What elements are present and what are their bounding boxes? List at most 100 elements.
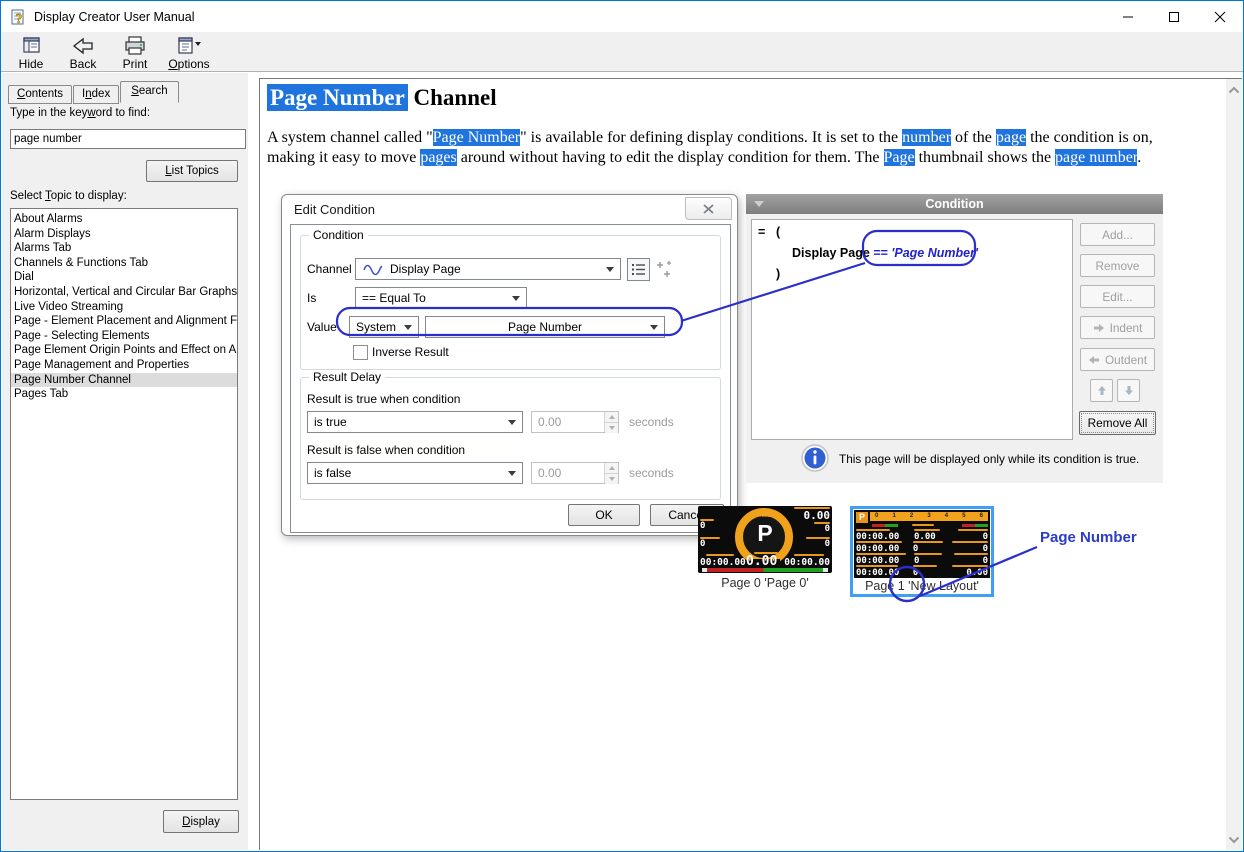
chevron-down-icon [512,296,520,301]
spin-up-icon [609,415,615,419]
move-down-button[interactable] [1117,379,1140,402]
app-window: ? Display Creator User Manual [0,0,1244,852]
gauge-page-label: PAGE [698,513,832,518]
topic-item[interactable]: Live Video Streaming [11,300,237,315]
keyword-input[interactable] [10,129,246,149]
seconds-label: seconds [629,462,674,484]
edit-button[interactable]: Edit... [1080,285,1155,308]
print-icon [123,35,147,57]
topic-item[interactable]: Page - Selecting Elements [11,329,237,344]
is-dropdown[interactable]: == Equal To [355,287,527,309]
inverse-result-checkbox[interactable] [353,345,368,360]
page0-thumbnail[interactable]: 0.00 0 0 0 0 PAGE P 00:00.00 [698,506,832,590]
spinner-buttons[interactable] [604,412,618,432]
result-true-seconds-spinner[interactable]: 0.00 [531,411,619,433]
topic-item[interactable]: About Alarms [11,212,237,227]
edit-condition-dialog: Edit Condition Condition Channel [281,194,738,536]
chevron-down-icon [650,325,658,330]
spin-down-icon [609,426,615,430]
topic-item[interactable]: Page Management and Properties [11,358,237,373]
list-icon [632,264,645,275]
result-false-dropdown[interactable]: is false [307,462,523,484]
minimize-icon [1122,11,1134,23]
close-button[interactable] [1197,1,1243,32]
result-delay-group-label: Result Delay [309,370,385,384]
topic-item[interactable]: Alarms Tab [11,241,237,256]
page1-thumbnail-selected[interactable]: P 0123456 00:00.00 0.00 0 0 [850,506,994,597]
spinner-buttons[interactable] [604,463,618,483]
function-sparkle-icon[interactable] [655,260,675,283]
page1-caption: Page 1 'New Layout' [853,579,991,593]
result-true-label: Result is true when condition [307,388,460,410]
info-icon [801,444,829,477]
chevron-down-icon [606,267,614,272]
hide-button[interactable]: Hide [7,32,55,71]
outdent-button[interactable]: Outdent [1080,348,1155,371]
status-bar [872,524,898,527]
minimize-button[interactable] [1105,1,1151,32]
indent-button[interactable]: Indent [1080,316,1155,339]
page-number-annotation: Page Number [1040,529,1137,546]
value-source-dropdown[interactable]: System [349,316,419,338]
channel-list-button[interactable] [627,258,650,281]
tab-contents[interactable]: Contents [8,85,72,104]
back-button[interactable]: Back [59,32,107,71]
rpm-scale: 0123456 [870,512,988,521]
scroll-down-button[interactable] [1226,831,1242,848]
vertical-scrollbar[interactable] [1226,79,1242,850]
remove-button[interactable]: Remove [1080,254,1155,277]
svg-text:?: ? [16,12,23,26]
collapse-triangle-icon [754,201,764,207]
dialog-close-button[interactable] [685,197,732,220]
condition-expression-box[interactable]: = ( Display Page == 'Page Number' ) [751,219,1073,440]
result-true-dropdown[interactable]: is true [307,411,523,433]
spin-up-icon [609,466,615,470]
expression-open-paren: ( [776,225,780,239]
seconds-label: seconds [629,411,674,433]
result-false-seconds-spinner[interactable]: 0.00 [531,462,619,484]
value-label: Value [307,316,337,338]
condition-group-label: Condition [309,228,368,242]
timer-value: 00:00.00 [700,557,746,568]
topic-item[interactable]: Dial [11,270,237,285]
tab-index[interactable]: Index [73,85,119,104]
is-value: == Equal To [362,288,426,308]
options-button[interactable]: Options [163,32,215,71]
chevron-down-icon [508,471,516,476]
move-up-button[interactable] [1090,379,1113,402]
topic-item[interactable]: Horizontal, Vertical and Circular Bar Gr… [11,285,237,300]
tab-search[interactable]: Search [120,81,178,103]
ok-button[interactable]: OK [568,504,640,526]
print-button[interactable]: Print [111,32,159,71]
expression-close-paren: ) [776,267,780,281]
page0-image: 0.00 0 0 0 0 PAGE P 00:00.00 [698,506,832,573]
maximize-icon [1168,11,1180,23]
info-text: This page will be displayed only while i… [839,452,1139,466]
value-channel-dropdown[interactable]: Page Number [425,316,665,338]
topic-item[interactable]: Page - Element Placement and Alignment F… [11,314,237,329]
channel-dropdown[interactable]: Display Page [355,258,621,280]
outdent-arrow-icon [1088,355,1100,365]
maximize-button[interactable] [1151,1,1197,32]
gauge-P: P [698,520,832,547]
display-button[interactable]: Display [163,810,239,833]
page1-image: P 0123456 00:00.00 0.00 0 0 [854,510,990,578]
inverse-result-label: Inverse Result [372,341,449,363]
topic-item[interactable]: Alarm Displays [11,227,237,242]
topic-item[interactable]: Page Element Origin Points and Effect on… [11,343,237,358]
back-icon [71,35,95,57]
remove-all-button[interactable]: Remove All [1079,411,1156,435]
up-arrow-icon [1097,385,1107,396]
expression-value: 'Page Number' [891,246,978,260]
toolbar: Hide Back Print [1,32,1243,72]
add-button[interactable]: Add... [1080,223,1155,246]
topic-item[interactable]: Pages Tab [11,387,237,402]
condition-panel-header[interactable]: Condition [746,194,1163,214]
topic-item[interactable]: Channels & Functions Tab [11,256,237,271]
scroll-up-button[interactable] [1226,81,1242,98]
options-label: Options [168,57,209,71]
topic-item-selected[interactable]: Page Number Channel [11,373,237,388]
list-topics-button[interactable]: List Topics [146,160,238,182]
result-false-label: Result is false when condition [307,439,465,461]
content-frame: Page Number Channel A system channel cal… [259,78,1242,850]
